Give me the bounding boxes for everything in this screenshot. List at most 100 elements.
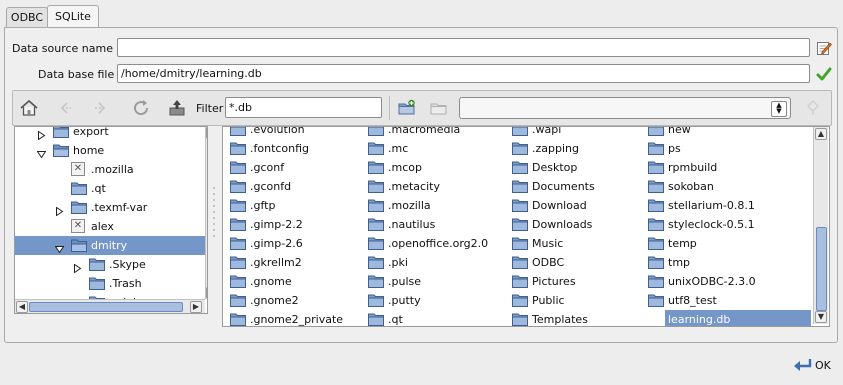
folder-item[interactable]: temp [643, 234, 783, 253]
folder-item[interactable]: rpmbuild [643, 158, 783, 177]
folder-item[interactable]: .gimp-2.2 [225, 215, 365, 234]
files-scroll-up-button[interactable]: ▲ [815, 128, 827, 140]
expander-right-icon[interactable] [37, 127, 46, 141]
combobox-arrows-icon[interactable]: ▲ ▼ [771, 101, 787, 117]
tree-item-skype[interactable]: .Skype [15, 255, 205, 274]
view-options-button[interactable] [801, 96, 825, 120]
tree-scroll-right-button[interactable]: ▶ [190, 301, 202, 313]
tree-item-export[interactable]: export [15, 127, 205, 141]
tree-item-alex[interactable]: ✕ alex [15, 217, 205, 236]
folder-icon [230, 313, 246, 326]
file-list[interactable]: .evolution .fontconfig .gconf .gconfd .gftp.… [222, 126, 830, 327]
folder-item[interactable]: .gnome [225, 272, 365, 291]
new-folder-button[interactable] [395, 96, 419, 120]
tree-item-home[interactable]: home [15, 141, 205, 160]
path-combobox[interactable] [459, 97, 791, 119]
folder-item[interactable]: .gimp-2.6 [225, 234, 365, 253]
folder-item[interactable]: .gconf [225, 158, 365, 177]
tree-horizontal-scrollbar[interactable]: ◀ ▶ [15, 299, 205, 313]
tree-item-label: .mozilla [91, 163, 134, 176]
folder-item[interactable]: utf8_test [643, 291, 783, 310]
folder-item[interactable]: Downloads [507, 215, 647, 234]
file-name: ODBC [532, 256, 565, 269]
forward-button[interactable] [89, 96, 113, 120]
tree-item-dmitry[interactable]: dmitry [15, 236, 205, 255]
folder-item[interactable]: stellarium-0.8.1 [643, 196, 783, 215]
file-name: Desktop [532, 161, 578, 174]
folder-item[interactable]: .evolution [225, 127, 365, 139]
folder-item[interactable]: sokoban [643, 177, 783, 196]
folder-item[interactable]: styleclock-0.5.1 [643, 215, 783, 234]
folder-item[interactable]: .wapi [507, 127, 647, 139]
folder-item[interactable]: .gconfd [225, 177, 365, 196]
filter-input[interactable]: *.db [225, 97, 382, 118]
files-scroll-down-button[interactable]: ▼ [815, 311, 827, 323]
expander-down-icon[interactable] [54, 241, 65, 254]
folder-item[interactable]: Desktop [507, 158, 647, 177]
folder-item[interactable]: Documents [507, 177, 647, 196]
data-source-name-input[interactable] [117, 38, 810, 57]
folder-item[interactable]: .putty [363, 291, 503, 310]
folder-item[interactable]: Public [507, 291, 647, 310]
edit-icon[interactable] [815, 39, 833, 57]
folder-item[interactable]: .gnome2_private [225, 310, 365, 326]
back-button[interactable] [53, 96, 77, 120]
folder-item[interactable]: .pulse [363, 272, 503, 291]
tab-odbc[interactable]: ODBC [6, 7, 48, 28]
expander-right-icon[interactable] [55, 203, 64, 217]
folder-item[interactable]: new [643, 127, 783, 139]
files-scroll-thumb[interactable] [816, 227, 827, 311]
folder-item[interactable]: .fontconfig [225, 139, 365, 158]
folder-item[interactable]: .mcop [363, 158, 503, 177]
home-button[interactable] [17, 96, 41, 120]
tree-scroll-left-button[interactable]: ◀ [16, 301, 28, 313]
up-directory-button[interactable] [165, 96, 189, 120]
folder-item[interactable]: .gnome2 [225, 291, 365, 310]
file-name: .openoffice.org2.0 [388, 237, 489, 250]
tree-item-label: .qt [91, 182, 106, 195]
folder-icon [368, 161, 384, 174]
refresh-button[interactable] [129, 96, 153, 120]
folder-item[interactable]: .metacity [363, 177, 503, 196]
folder-item[interactable]: Pictures [507, 272, 647, 291]
folder-item[interactable]: .pki [363, 253, 503, 272]
folder-item[interactable]: .mc [363, 139, 503, 158]
folder-item[interactable]: ODBC [507, 253, 647, 272]
tree-hscroll-thumb[interactable] [29, 302, 183, 312]
folder-item[interactable]: Templates [507, 310, 647, 326]
tree-item-qt[interactable]: .qt [15, 179, 205, 198]
ok-button[interactable]: OK [792, 354, 831, 376]
folder-item[interactable]: .qt [363, 310, 503, 326]
file-name: Downloads [532, 218, 593, 231]
folder-item[interactable]: .mozilla [363, 196, 503, 215]
data-base-file-input[interactable]: /home/dmitry/learning.db [117, 64, 810, 83]
file-name: .metacity [388, 180, 440, 193]
expander-right-icon[interactable] [73, 260, 82, 274]
folder-item[interactable]: .openoffice.org2.0 [363, 234, 503, 253]
tab-sqlite[interactable]: SQLite [47, 5, 99, 28]
files-vertical-scrollbar[interactable]: ▲ ▼ [813, 127, 828, 324]
pane-splitter[interactable] [208, 128, 220, 324]
folder-options-button[interactable] [427, 96, 451, 120]
folder-open-icon [53, 144, 69, 157]
folder-item[interactable]: ps [643, 139, 783, 158]
file-item[interactable]: learning.db [643, 310, 811, 326]
folder-icon [512, 127, 528, 136]
file-name: Public [532, 294, 565, 307]
folder-item[interactable]: Download [507, 196, 647, 215]
folder-item[interactable]: tmp [643, 253, 783, 272]
file-name: Templates [532, 313, 588, 326]
folder-item[interactable]: .nautilus [363, 215, 503, 234]
folder-item[interactable]: .gftp [225, 196, 365, 215]
file-name: .mcop [388, 161, 422, 174]
folder-item[interactable]: .gkrellm2 [225, 253, 365, 272]
folder-item[interactable]: unixODBC-2.3.0 [643, 272, 783, 291]
folder-item[interactable]: .macromedia [363, 127, 503, 139]
tree-item-trash[interactable]: .Trash [15, 274, 205, 293]
tree-item-mozilla[interactable]: ✕ .mozilla [15, 160, 205, 179]
folder-item[interactable]: Music [507, 234, 647, 253]
expander-down-icon[interactable] [36, 146, 47, 159]
tree-item-texmf-var[interactable]: .texmf-var [15, 198, 205, 217]
directory-tree[interactable]: export home ✕ .mozilla .qt .texmf-var ✕ alex dmi… [14, 126, 208, 314]
folder-item[interactable]: .zapping [507, 139, 647, 158]
